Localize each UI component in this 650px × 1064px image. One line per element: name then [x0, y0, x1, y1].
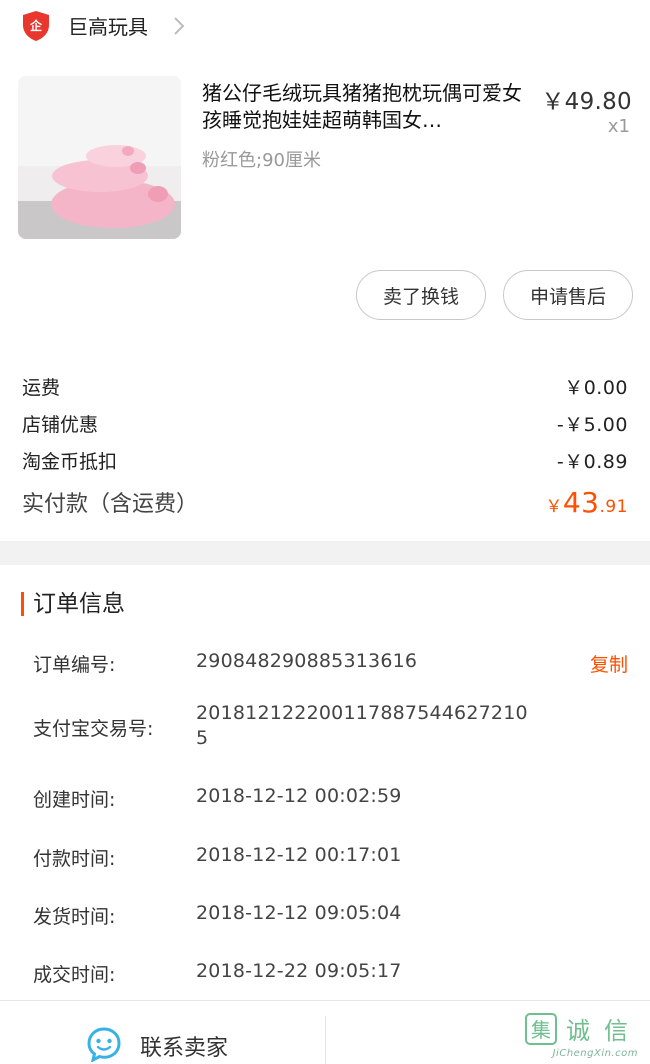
shipped-time-label: 发货时间:	[33, 906, 116, 928]
bottom-bar-border	[0, 1000, 650, 1001]
shop-discount-value: -￥5.00	[556, 413, 628, 436]
paid-time-label: 付款时间:	[33, 848, 116, 870]
section-gap	[0, 541, 650, 565]
shipping-value: ￥0.00	[564, 376, 628, 399]
shipping-label: 运费	[22, 376, 61, 399]
svg-text:集: 集	[531, 1018, 551, 1042]
chat-bubble-icon[interactable]	[86, 1026, 122, 1062]
alipay-trade-value-cont: 5	[196, 727, 209, 749]
order-number-label: 订单编号:	[33, 654, 116, 676]
svg-text:企: 企	[29, 18, 43, 33]
created-time-label: 创建时间:	[33, 789, 116, 811]
bottom-bar-divider	[325, 1016, 326, 1064]
product-quantity: x1	[607, 116, 630, 137]
created-time-value: 2018-12-12 00:02:59	[196, 785, 402, 807]
chevron-right-icon[interactable]	[172, 14, 186, 38]
product-sku: 粉红色;90厘米	[202, 150, 321, 171]
coin-deduct-label: 淘金币抵扣	[22, 450, 118, 473]
total-row: 实付款（含运费） ￥43.91	[22, 484, 628, 520]
coin-deduct-row: 淘金币抵扣 -￥0.89	[22, 445, 628, 475]
total-label: 实付款（含运费）	[22, 492, 199, 517]
paid-time-value: 2018-12-12 00:17:01	[196, 844, 402, 866]
product-title[interactable]: 猪公仔毛绒玩具猪猪抱枕玩偶可爱女孩睡觉抱娃娃超萌韩国女…	[202, 80, 532, 134]
total-value: ￥43.91	[545, 485, 628, 519]
shipped-time-value: 2018-12-12 09:05:04	[196, 902, 402, 924]
svg-text:诚: 诚	[566, 1017, 590, 1045]
completed-time-label: 成交时间:	[33, 964, 116, 986]
sell-button[interactable]: 卖了换钱	[356, 270, 486, 320]
shop-shield-icon: 企	[23, 11, 49, 41]
completed-time-value: 2018-12-22 09:05:17	[196, 960, 402, 982]
section-accent-bar	[21, 592, 24, 616]
pink-pig-plush-image	[18, 76, 181, 239]
order-info-title: 订单信息	[33, 591, 125, 617]
after-sale-button[interactable]: 申请售后	[503, 270, 633, 320]
svg-text:信: 信	[604, 1017, 628, 1045]
order-number-value: 290848290885313616	[196, 650, 418, 672]
alipay-trade-value: 201812122200117887544627210	[196, 702, 528, 724]
alipay-trade-label: 支付宝交易号:	[33, 718, 154, 740]
coin-deduct-value: -￥0.89	[556, 450, 628, 473]
product-price: ￥49.80	[541, 89, 632, 115]
shop-discount-row: 店铺优惠 -￥5.00	[22, 408, 628, 438]
product-image[interactable]	[18, 76, 181, 239]
contact-seller-button[interactable]: 联系卖家	[140, 1030, 228, 1062]
shop-discount-label: 店铺优惠	[22, 413, 99, 436]
shop-name[interactable]: 巨高玩具	[68, 13, 148, 41]
shipping-row: 运费 ￥0.00	[22, 371, 628, 401]
copy-button[interactable]: 复制	[590, 650, 628, 677]
watermark-url: JiChengXin.com	[552, 1048, 638, 1059]
